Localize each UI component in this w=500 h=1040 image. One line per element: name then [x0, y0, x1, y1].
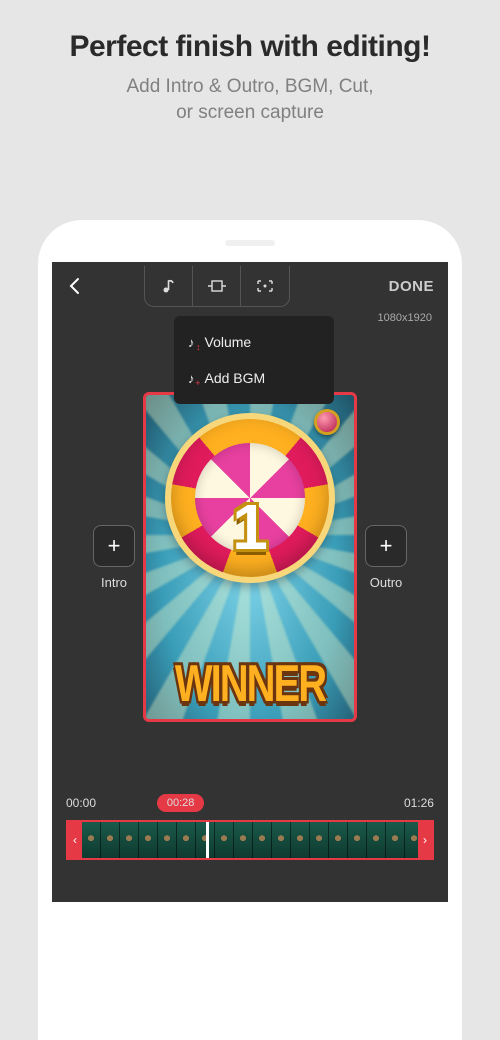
time-end: 01:26 — [404, 796, 434, 810]
volume-label: Volume — [205, 334, 252, 350]
done-button[interactable]: DONE — [389, 278, 434, 295]
music-dropdown: ♪↕ Volume ♪+ Add BGM — [174, 316, 334, 404]
crop-tool-button[interactable] — [193, 266, 241, 306]
music-tool-button[interactable] — [145, 266, 193, 306]
promo-subtitle-line1: Add Intro & Outro, BGM, Cut, — [126, 76, 373, 97]
timeline-thumb — [215, 822, 234, 858]
timeline-thumbnails — [82, 822, 424, 858]
editor-body: + Intro 1 WINNER + Outro — [52, 392, 448, 722]
timeline-handle-right[interactable]: › — [418, 822, 432, 858]
timeline-thumb — [253, 822, 272, 858]
timeline-thumb — [234, 822, 253, 858]
timeline-thumb — [82, 822, 101, 858]
timeline-thumb — [348, 822, 367, 858]
add-outro-button[interactable]: + — [365, 525, 407, 567]
phone-frame: DONE 1080x1920 ♪↕ Volume ♪+ Add BGM + In… — [38, 220, 462, 1040]
timeline: 00:00 00:28 01:26 ‹ — [52, 794, 448, 860]
add-bgm-menu-item[interactable]: ♪+ Add BGM — [174, 360, 334, 396]
app-screen: DONE 1080x1920 ♪↕ Volume ♪+ Add BGM + In… — [52, 262, 448, 902]
timeline-thumb — [310, 822, 329, 858]
add-intro-button[interactable]: + — [93, 525, 135, 567]
timeline-thumb — [101, 822, 120, 858]
time-start: 00:00 — [66, 796, 96, 810]
timeline-thumb — [158, 822, 177, 858]
timeline-thumb — [120, 822, 139, 858]
timeline-thumb — [329, 822, 348, 858]
outro-slot: + Outro — [365, 525, 407, 590]
timeline-thumb — [272, 822, 291, 858]
music-note-icon: ♪↕ — [188, 335, 195, 350]
toolbar: DONE — [52, 262, 448, 310]
rank-number: 1 — [232, 490, 268, 564]
volume-menu-item[interactable]: ♪↕ Volume — [174, 324, 334, 360]
add-bgm-label: Add BGM — [205, 370, 266, 386]
music-note-icon: ♪+ — [188, 371, 195, 386]
promo-title: Perfect finish with editing! — [0, 30, 500, 64]
phone-speaker — [225, 240, 275, 246]
gem-icon — [314, 409, 340, 435]
timeline-thumb — [386, 822, 405, 858]
timeline-thumb — [139, 822, 158, 858]
timeline-handle-left[interactable]: ‹ — [68, 822, 82, 858]
promo-header: Perfect finish with editing! Add Intro &… — [0, 0, 500, 125]
outro-label: Outro — [370, 575, 403, 590]
winner-text: WINNER — [146, 655, 354, 714]
time-current: 00:28 — [157, 794, 205, 812]
promo-subtitle: Add Intro & Outro, BGM, Cut, or screen c… — [0, 74, 500, 125]
promo-subtitle-line2: or screen capture — [176, 102, 324, 123]
back-button[interactable] — [66, 276, 86, 296]
video-preview[interactable]: 1 WINNER — [143, 392, 357, 722]
time-labels: 00:00 00:28 01:26 — [66, 794, 434, 812]
capture-tool-button[interactable] — [241, 266, 289, 306]
tool-group — [144, 266, 290, 307]
timeline-thumb — [291, 822, 310, 858]
timeline-thumb — [177, 822, 196, 858]
timeline-thumb — [367, 822, 386, 858]
intro-slot: + Intro — [93, 525, 135, 590]
timeline-track[interactable]: ‹ — [66, 820, 434, 860]
intro-label: Intro — [101, 575, 127, 590]
playhead[interactable] — [206, 820, 209, 860]
